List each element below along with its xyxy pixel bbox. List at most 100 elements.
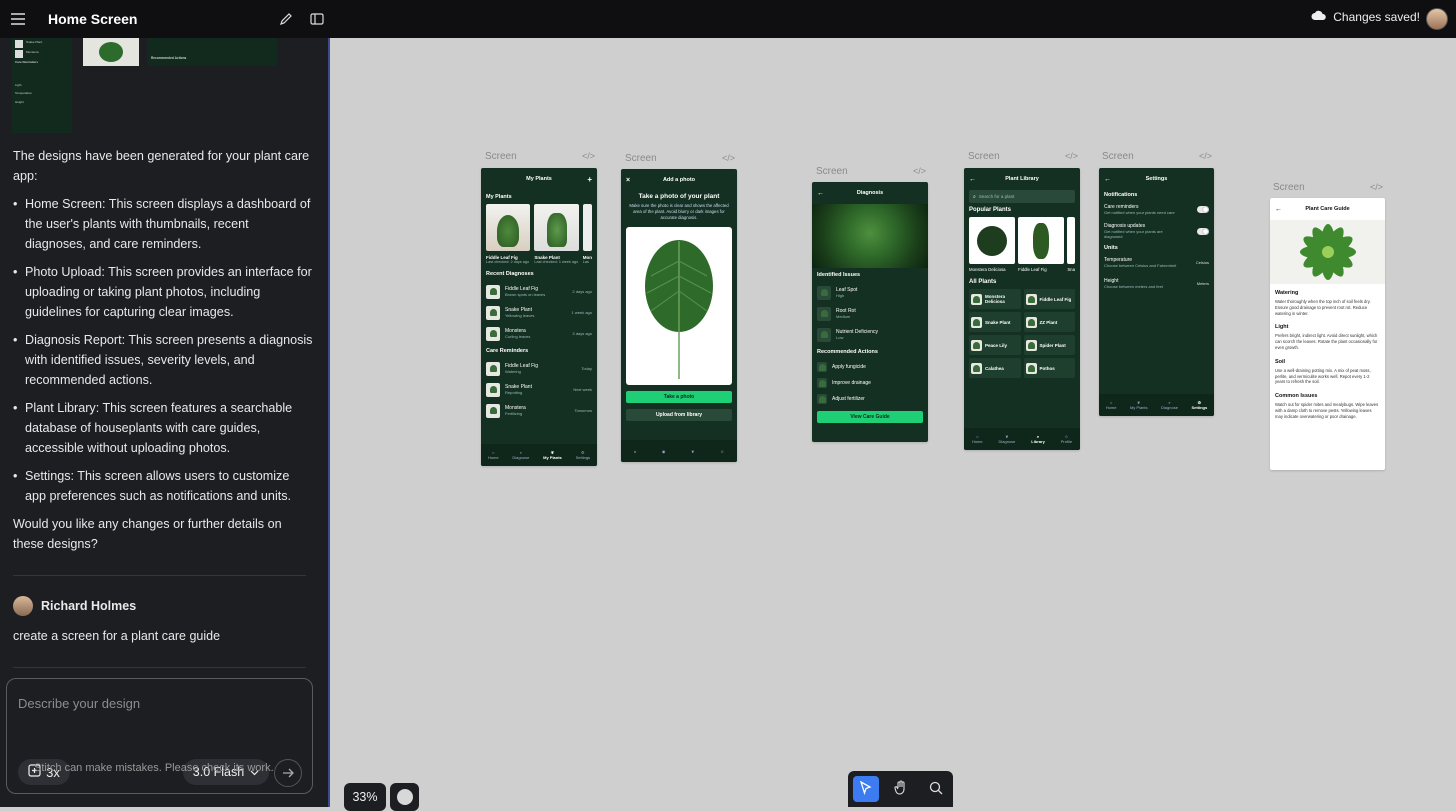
nav-my-plants[interactable]: ❦ My Plants — [1130, 400, 1148, 410]
screen-diagnosis[interactable]: ← Diagnosis Identified Issues Leaf Spot Hi… — [812, 182, 928, 442]
plant-card[interactable]: Mon Las — [582, 204, 592, 264]
screen-plant-library[interactable]: ← Plant Library ⌕ Search for a plant Popu… — [964, 168, 1080, 450]
care-reminders-toggle[interactable] — [1197, 206, 1209, 213]
plant-tile-name: Peace Lily — [985, 342, 1008, 348]
nav-diagnose[interactable]: ⌕ Diagnose — [1161, 400, 1178, 410]
popular-plant-card[interactable]: Fiddle Leaf Fig — [1018, 217, 1065, 272]
nav-diagnose[interactable]: ⌕ Diagnose — [512, 450, 529, 460]
plant-thumb — [971, 339, 982, 351]
upload-library-button[interactable]: Upload from library — [626, 409, 732, 421]
plant-tile[interactable]: ZZ Plant — [1023, 312, 1075, 332]
select-tool[interactable] — [852, 776, 879, 802]
screen-plant-care-guide[interactable]: ← Plant Care Guide Watering Water thoroug… — [1270, 198, 1385, 470]
nav-profile[interactable]: ☺ Profile — [1061, 434, 1072, 444]
plant-card[interactable]: Snake Plant Last checked: 1 week ago — [534, 204, 579, 264]
action-icon — [817, 378, 827, 388]
camera-icon[interactable]: ◉ — [662, 449, 666, 454]
nav-library[interactable]: ⌕ Library — [1031, 434, 1045, 444]
action-row[interactable]: Adjust fertilizer — [812, 391, 928, 407]
plant-search-input[interactable]: ⌕ Search for a plant — [969, 190, 1075, 203]
setting-temperature[interactable]: Temperature Choose between Celsius and Fa… — [1099, 255, 1214, 270]
popular-plant-card[interactable]: Sna — [1067, 217, 1075, 272]
code-icon[interactable]: </> — [582, 151, 595, 161]
thumbnail-home[interactable]: Snake Plant Monstera Care Reminders Ligh… — [12, 38, 72, 133]
thumbnail-leaf-image[interactable] — [83, 38, 139, 66]
action-label: Apply fungicide — [832, 364, 866, 370]
menu-icon[interactable] — [0, 4, 36, 34]
back-arrow-icon[interactable]: ← — [1104, 176, 1111, 183]
plant-tile-name: Calathea — [985, 365, 1004, 371]
guide-section-text: Water thoroughly when the top inch of so… — [1275, 299, 1371, 316]
send-button[interactable] — [274, 759, 302, 787]
view-care-guide-button[interactable]: View Care Guide — [817, 411, 923, 423]
setting-diagnosis-updates[interactable]: Diagnosis updates Get notified when your … — [1099, 217, 1214, 241]
home-icon[interactable]: ⌂ — [634, 449, 636, 454]
plant-tile[interactable]: Spider Plant — [1023, 335, 1075, 355]
code-icon[interactable]: </> — [1065, 151, 1078, 161]
nav-home[interactable]: ⌂ Home — [972, 434, 983, 444]
plant-card[interactable]: Fiddle Leaf Fig Last checked: 2 days ago — [486, 204, 531, 264]
sidebar-toggle-icon[interactable] — [299, 4, 335, 34]
plant-tile[interactable]: Peace Lily — [969, 335, 1021, 355]
plant-tile[interactable]: Fiddle Leaf Fig — [1023, 289, 1075, 309]
back-arrow-icon[interactable]: ← — [969, 176, 976, 183]
zoom-tool[interactable] — [923, 776, 949, 802]
issue-row[interactable]: Root Rot Medium — [812, 303, 928, 324]
nav-diagnose[interactable]: ❦ Diagnose — [998, 434, 1015, 444]
issue-row[interactable]: Nutrient Deficiency Low — [812, 324, 928, 345]
action-row[interactable]: Apply fungicide — [812, 359, 928, 375]
design-list-item: Plant Library: This screen features a se… — [13, 398, 313, 458]
row-sub: Curling leaves — [505, 334, 531, 339]
screen-home[interactable]: My Plants + My Plants Fiddle Leaf Fig Las… — [481, 168, 597, 466]
plus-icon[interactable]: + — [587, 175, 592, 184]
plant-icon[interactable]: ❦ — [691, 449, 694, 454]
nav-home[interactable]: ⌂ Home — [1106, 400, 1117, 410]
row-time: 3 days ago — [572, 331, 592, 336]
prompt-input[interactable]: Describe your design 3x 3.0 Flash — [6, 678, 313, 794]
nav-home[interactable]: ⌂ Home — [488, 450, 499, 460]
diagnosis-row[interactable]: Monstera Curling leaves 3 days ago — [481, 323, 597, 344]
reminder-row[interactable]: Monstera Fertilizing Tomorrow — [481, 400, 597, 421]
code-icon[interactable]: </> — [722, 153, 735, 163]
issue-row[interactable]: Leaf Spot High — [812, 282, 928, 303]
height-value[interactable]: Meters — [1197, 281, 1209, 286]
screen-photo-upload[interactable]: × Add a photo Take a photo of your plant … — [621, 169, 737, 462]
leaf-illustration — [645, 240, 713, 379]
pan-tool[interactable] — [888, 776, 914, 802]
back-arrow-icon[interactable]: ← — [817, 190, 824, 197]
settings-title: ← Settings — [1104, 175, 1168, 183]
plant-tile[interactable]: Monstera Deliciosa — [969, 289, 1021, 309]
diagnosis-updates-toggle[interactable] — [1197, 227, 1209, 235]
bottom-nav: ⌂ Home ❦ My Plants ⌕ Diagnose ⚙ Settings — [1099, 394, 1214, 416]
reminder-row[interactable]: Snake Plant Repotting Next week — [481, 379, 597, 400]
plant-tile[interactable]: Snake Plant — [969, 312, 1021, 332]
screen-settings[interactable]: ← Settings Notifications Care reminders Ge… — [1099, 168, 1214, 416]
setting-care-reminders[interactable]: Care reminders Get notified when your pla… — [1099, 202, 1214, 217]
nav-my-plants[interactable]: ❦ My Plants — [543, 450, 562, 460]
nav-settings[interactable]: ⚙ Settings — [1191, 400, 1207, 410]
setting-height[interactable]: Height Choose between meters and feet Mete… — [1099, 270, 1214, 291]
popular-plant-card[interactable]: Monstera Deliciosa — [969, 217, 1016, 272]
close-icon[interactable]: × — [626, 177, 630, 184]
user-icon[interactable]: ☺ — [720, 449, 724, 454]
plant-tile[interactable]: Pothos — [1023, 358, 1075, 378]
diagnosis-row[interactable]: Fiddle Leaf Fig Brown spots on leaves 2 da… — [481, 281, 597, 302]
popular-plant-name: Monstera Deliciosa — [969, 267, 1006, 272]
design-canvas[interactable]: Screen </> My Plants + My Plants Fiddle L… — [332, 38, 1456, 807]
code-icon[interactable]: </> — [1370, 182, 1383, 192]
code-icon[interactable]: </> — [913, 166, 926, 176]
screen-label: Screen — [968, 151, 1000, 162]
back-arrow-icon[interactable]: ← — [1275, 206, 1282, 213]
thumbnail-diagnosis[interactable]: Recommended Actions — [147, 38, 277, 66]
plant-tile[interactable]: Calathea — [969, 358, 1021, 378]
plant-thumb — [486, 403, 500, 418]
action-row[interactable]: Improve drainage — [812, 375, 928, 391]
take-photo-button[interactable]: Take a photo — [626, 391, 732, 403]
reminder-row[interactable]: Fiddle Leaf Fig Watering Today — [481, 358, 597, 379]
diagnosis-row[interactable]: Snake Plant Yellowing leaves 1 week ago — [481, 302, 597, 323]
user-avatar[interactable] — [1426, 8, 1448, 30]
temperature-value[interactable]: Celsius — [1196, 260, 1209, 265]
design-thumbnails[interactable]: Snake Plant Monstera Care Reminders Ligh… — [12, 38, 312, 133]
nav-settings[interactable]: ⚙ Settings — [576, 450, 590, 460]
code-icon[interactable]: </> — [1199, 151, 1212, 161]
